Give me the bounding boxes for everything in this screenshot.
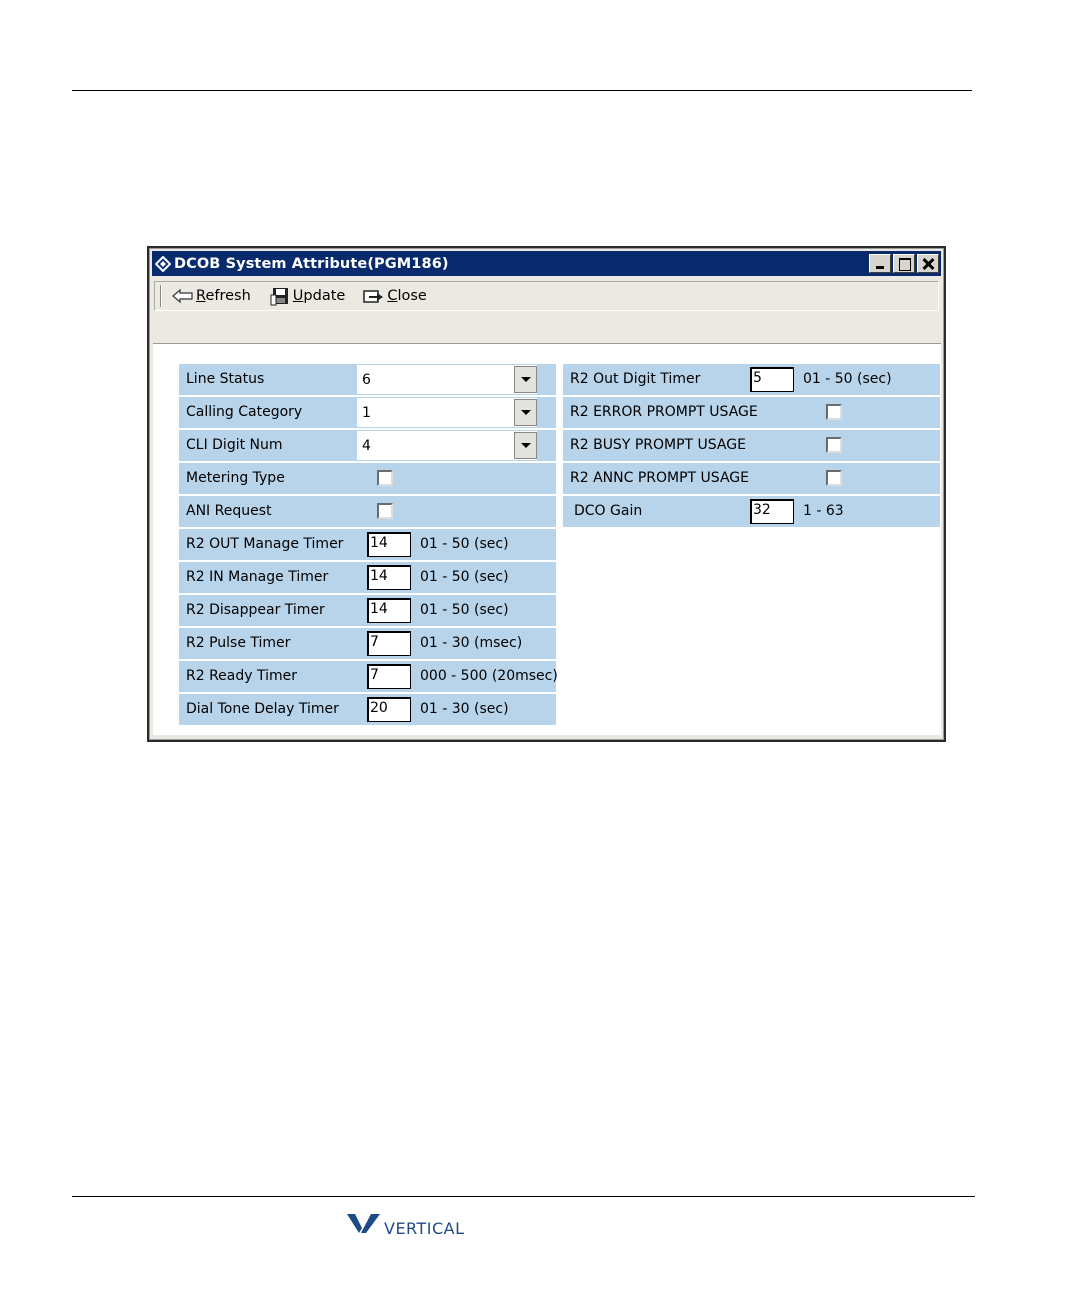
r2-error-prompt-usage-checkbox[interactable] [826, 404, 842, 420]
status-strip [154, 313, 939, 341]
dial-tone-delay-timer-label: Dial Tone Delay Timer [186, 701, 339, 717]
r2-ready-timer-input[interactable]: 7 [367, 664, 411, 689]
calling-category-select[interactable]: 1 [357, 398, 537, 427]
r2-error-prompt-usage-label: R2 ERROR PROMPT USAGE [570, 404, 758, 420]
back-arrow-icon [172, 286, 194, 306]
chevron-down-icon[interactable] [514, 432, 537, 459]
row-r2-out-manage-timer: R2 OUT Manage Timer 14 01 - 50 (sec) [179, 529, 556, 560]
metering-type-label: Metering Type [186, 470, 285, 486]
row-r2-busy-prompt-usage: R2 BUSY PROMPT USAGE [563, 430, 940, 461]
close-window-button[interactable] [917, 254, 939, 273]
ani-request-label: ANI Request [186, 503, 272, 519]
line-status-select[interactable]: 6 [357, 365, 537, 394]
r2-out-manage-timer-label: R2 OUT Manage Timer [186, 536, 344, 552]
r2-out-digit-timer-range: 01 - 50 (sec) [803, 371, 892, 387]
dco-gain-range: 1 - 63 [803, 503, 844, 519]
chevron-down-icon[interactable] [514, 366, 537, 393]
line-status-label: Line Status [186, 371, 265, 387]
metering-type-checkbox[interactable] [377, 470, 393, 486]
cli-digit-num-value: 4 [362, 437, 371, 454]
refresh-label: Refresh [196, 288, 251, 304]
r2-out-manage-timer-range: 01 - 50 (sec) [420, 536, 509, 552]
footer-rule [72, 1196, 975, 1197]
r2-disappear-timer-input[interactable]: 14 [367, 598, 411, 623]
vertical-logo: VERTICAL [347, 1212, 465, 1238]
row-r2-ready-timer: R2 Ready Timer 7 000 - 500 (20msec) [179, 661, 558, 692]
r2-out-digit-timer-input[interactable]: 5 [750, 367, 794, 392]
r2-pulse-timer-input[interactable]: 7 [367, 631, 411, 656]
cli-digit-num-select[interactable]: 4 [357, 431, 537, 460]
r2-out-digit-timer-label: R2 Out Digit Timer [570, 371, 701, 387]
row-r2-disappear-timer: R2 Disappear Timer 14 01 - 50 (sec) [179, 595, 556, 626]
row-r2-pulse-timer: R2 Pulse Timer 7 01 - 30 (msec) [179, 628, 556, 659]
dco-gain-label: DCO Gain [574, 503, 643, 519]
left-column: Line Status 6 Calling Category 1 CLI Dig… [179, 364, 558, 727]
r2-disappear-timer-range: 01 - 50 (sec) [420, 602, 509, 618]
r2-busy-prompt-usage-label: R2 BUSY PROMPT USAGE [570, 437, 746, 453]
calling-category-label: Calling Category [186, 404, 303, 420]
minimize-button[interactable] [869, 254, 891, 273]
right-column: R2 Out Digit Timer 5 01 - 50 (sec) R2 ER… [563, 364, 940, 529]
dial-tone-delay-timer-input[interactable]: 20 [367, 697, 411, 722]
r2-busy-prompt-usage-checkbox[interactable] [826, 437, 842, 453]
close-button[interactable]: Close [363, 286, 427, 306]
row-calling-category: Calling Category 1 [179, 397, 556, 428]
r2-in-manage-timer-label: R2 IN Manage Timer [186, 569, 329, 585]
r2-in-manage-timer-input[interactable]: 14 [367, 565, 411, 590]
r2-ready-timer-label: R2 Ready Timer [186, 668, 298, 684]
dial-tone-delay-timer-range: 01 - 30 (sec) [420, 701, 509, 717]
vertical-v-icon [347, 1212, 381, 1238]
save-disk-icon [269, 286, 291, 306]
row-r2-error-prompt-usage: R2 ERROR PROMPT USAGE [563, 397, 940, 428]
line-status-value: 6 [362, 371, 371, 388]
ani-request-checkbox[interactable] [377, 503, 393, 519]
dco-gain-input[interactable]: 32 [750, 499, 794, 524]
update-button[interactable]: Update [269, 286, 346, 306]
row-metering-type: Metering Type [179, 463, 556, 494]
row-r2-annc-prompt-usage: R2 ANNC PROMPT USAGE [563, 463, 940, 494]
close-label: Close [387, 288, 427, 304]
r2-pulse-timer-range: 01 - 30 (msec) [420, 635, 523, 651]
row-ani-request: ANI Request [179, 496, 556, 527]
title-bar[interactable]: DCOB System Attribute(PGM186) [152, 251, 941, 276]
row-dco-gain: DCO Gain 32 1 - 63 [563, 496, 940, 527]
dcob-system-attribute-window: DCOB System Attribute(PGM186) Refresh Up… [147, 246, 946, 742]
window-title: DCOB System Attribute(PGM186) [174, 255, 449, 272]
r2-annc-prompt-usage-checkbox[interactable] [826, 470, 842, 486]
chevron-down-icon[interactable] [514, 399, 537, 426]
update-label: Update [292, 288, 346, 304]
maximize-button[interactable] [893, 254, 915, 273]
refresh-button[interactable]: Refresh [172, 286, 251, 306]
r2-disappear-timer-label: R2 Disappear Timer [186, 602, 325, 618]
toolbar: Refresh Update Close [154, 281, 939, 311]
calling-category-value: 1 [362, 404, 371, 421]
toolbar-grip [160, 285, 162, 307]
row-r2-out-digit-timer: R2 Out Digit Timer 5 01 - 50 (sec) [563, 364, 940, 395]
exit-door-icon [363, 286, 385, 306]
r2-in-manage-timer-range: 01 - 50 (sec) [420, 569, 509, 585]
row-r2-in-manage-timer: R2 IN Manage Timer 14 01 - 50 (sec) [179, 562, 556, 593]
cli-digit-num-label: CLI Digit Num [186, 437, 283, 453]
app-diamond-icon [152, 251, 174, 276]
row-line-status: Line Status 6 [179, 364, 556, 395]
form-area: Line Status 6 Calling Category 1 CLI Dig… [153, 343, 941, 735]
row-cli-digit-num: CLI Digit Num 4 [179, 430, 556, 461]
logo-text: VERTICAL [384, 1218, 465, 1238]
r2-pulse-timer-label: R2 Pulse Timer [186, 635, 291, 651]
r2-out-manage-timer-input[interactable]: 14 [367, 532, 411, 557]
r2-ready-timer-range: 000 - 500 (20msec) [420, 668, 558, 684]
row-dial-tone-delay-timer: Dial Tone Delay Timer 20 01 - 30 (sec) [179, 694, 556, 725]
r2-annc-prompt-usage-label: R2 ANNC PROMPT USAGE [570, 470, 749, 486]
header-rule [72, 90, 972, 91]
